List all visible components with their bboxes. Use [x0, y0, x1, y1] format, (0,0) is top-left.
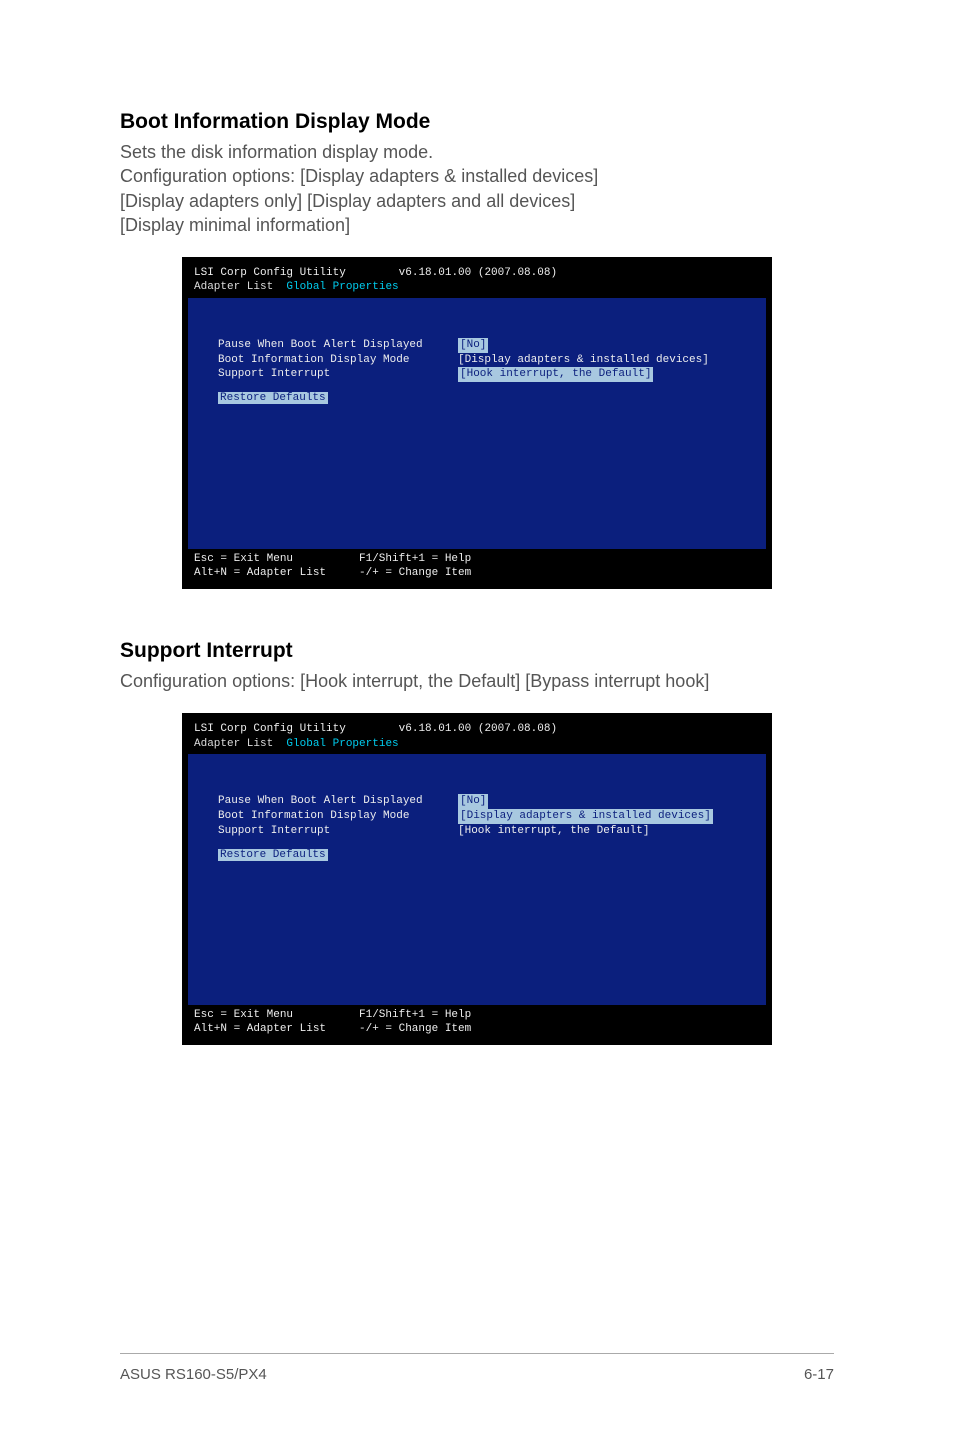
- bios-screenshot-2: LSI Corp Config Utility v6.18.01.00 (200…: [182, 713, 772, 1045]
- section1-heading: Boot Information Display Mode: [120, 110, 834, 134]
- bios-body-2: Pause When Boot Alert Displayed [No] Boo…: [188, 754, 766, 861]
- footer-left: ASUS RS160-S5/PX4: [120, 1366, 267, 1383]
- footer-f1: F1/Shift+1 = Help: [359, 553, 471, 565]
- support-value-2: [Hook interrupt, the Default]: [458, 824, 649, 839]
- bootinfo-label-2: Boot Information Display Mode: [218, 809, 458, 824]
- bios-title-2: LSI Corp Config Utility: [194, 723, 346, 735]
- bootinfo-value: [Display adapters & installed devices]: [458, 353, 709, 368]
- footer-change: -/+ = Change Item: [359, 567, 471, 579]
- support-label-2: Support Interrupt: [218, 824, 458, 839]
- bios-breadcrumb-2: Global Properties: [286, 281, 398, 293]
- pause-value-2: [No]: [458, 794, 488, 809]
- bios-breadcrumb-1b: Adapter List: [194, 738, 273, 750]
- bios-footer: Esc = Exit MenuF1/Shift+1 = Help Alt+N =…: [188, 549, 766, 584]
- bios-screen-2: LSI Corp Config Utility v6.18.01.00 (200…: [188, 719, 766, 1039]
- page-footer: ASUS RS160-S5/PX4 6-17: [120, 1353, 834, 1383]
- footer-esc: Esc = Exit Menu: [194, 552, 359, 566]
- pause-label-2: Pause When Boot Alert Displayed: [218, 794, 458, 809]
- bios-screenshot-1: LSI Corp Config Utility v6.18.01.00 (200…: [182, 257, 772, 589]
- section2-text: Configuration options: [Hook interrupt, …: [120, 669, 834, 693]
- footer-f1-2: F1/Shift+1 = Help: [359, 1009, 471, 1021]
- bios-body: Pause When Boot Alert Displayed [No] Boo…: [188, 298, 766, 405]
- bios-footer-2: Esc = Exit MenuF1/Shift+1 = Help Alt+N =…: [188, 1005, 766, 1040]
- section2-heading: Support Interrupt: [120, 639, 834, 663]
- bios-header-2: LSI Corp Config Utility v6.18.01.00 (200…: [188, 719, 766, 754]
- footer-altn-2: Alt+N = Adapter List: [194, 1022, 359, 1036]
- footer-change-2: -/+ = Change Item: [359, 1023, 471, 1035]
- support-label: Support Interrupt: [218, 367, 458, 382]
- pause-value: [No]: [458, 338, 488, 353]
- footer-right: 6-17: [804, 1366, 834, 1383]
- bios-breadcrumb-2b: Global Properties: [286, 738, 398, 750]
- bios-version: v6.18.01.00 (2007.08.08): [399, 267, 557, 279]
- bios-title: LSI Corp Config Utility: [194, 267, 346, 279]
- bootinfo-value-2: [Display adapters & installed devices]: [458, 809, 713, 824]
- bootinfo-label: Boot Information Display Mode: [218, 353, 458, 368]
- bios-header: LSI Corp Config Utility v6.18.01.00 (200…: [188, 263, 766, 298]
- bios-breadcrumb-1: Adapter List: [194, 281, 273, 293]
- section1-text: Sets the disk information display mode. …: [120, 140, 834, 237]
- pause-label: Pause When Boot Alert Displayed: [218, 338, 458, 353]
- restore-defaults: Restore Defaults: [218, 392, 328, 404]
- footer-esc-2: Esc = Exit Menu: [194, 1008, 359, 1022]
- restore-defaults-2: Restore Defaults: [218, 849, 328, 861]
- bios-screen: LSI Corp Config Utility v6.18.01.00 (200…: [188, 263, 766, 583]
- bios-version-2: v6.18.01.00 (2007.08.08): [399, 723, 557, 735]
- footer-altn: Alt+N = Adapter List: [194, 566, 359, 580]
- support-value: [Hook interrupt, the Default]: [458, 367, 653, 382]
